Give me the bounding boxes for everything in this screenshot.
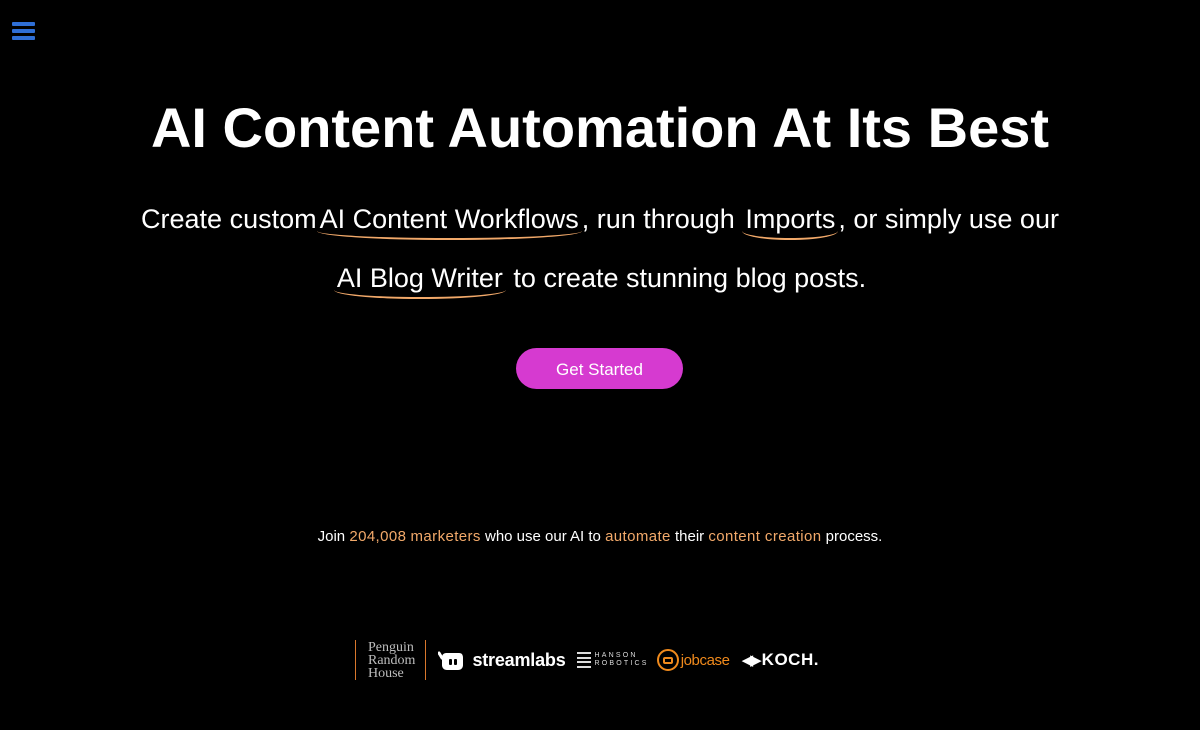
- highlight-automate: automate: [605, 528, 671, 545]
- logo-divider: [425, 640, 427, 680]
- hanson-line-2: ROBOTICS: [594, 660, 649, 667]
- menu-bar-top: [12, 22, 35, 26]
- penguin-line-1: Penguin: [368, 639, 414, 655]
- menu-bar-middle: [12, 29, 35, 33]
- subtitle-text-1: Create custom: [141, 204, 317, 234]
- get-started-button[interactable]: Get Started: [516, 348, 683, 389]
- marketer-count: 204,008: [349, 528, 407, 545]
- highlight-content-creation: content creation: [708, 528, 822, 545]
- streamlabs-logo: streamlabs: [438, 649, 566, 671]
- koch-icon: ◀▶: [741, 651, 762, 669]
- jobcase-logo: jobcase: [656, 649, 730, 671]
- ai-blog-writer-link[interactable]: AI Blog Writer: [333, 261, 506, 299]
- subtitle-text-2: , run through: [581, 204, 735, 234]
- highlight-marketers: marketers: [410, 528, 481, 545]
- subtitle-text-4: to create stunning blog posts.: [513, 263, 867, 293]
- customer-logos: Penguin Random House streamlabs HANSON R…: [355, 638, 819, 682]
- hanson-robotics-icon: [576, 652, 591, 668]
- hanson-line-1: HANSON: [594, 652, 638, 659]
- social-proof-text: Join 204,008 marketers who use our AI to…: [0, 527, 1200, 547]
- hamburger-menu-icon[interactable]: [12, 22, 36, 42]
- hanson-robotics-logo: HANSON ROBOTICS: [576, 652, 649, 668]
- hanson-robotics-wordmark: HANSON ROBOTICS: [595, 652, 649, 668]
- penguin-line-3: House: [368, 665, 404, 681]
- streamlabs-icon: [438, 651, 464, 670]
- streamlabs-wordmark: streamlabs: [472, 649, 566, 670]
- social-proof-middle: who use our AI to: [484, 528, 601, 545]
- penguin-random-house-wordmark: Penguin Random House: [368, 639, 416, 681]
- jobcase-wordmark: jobcase: [680, 651, 730, 669]
- penguin-line-2: Random: [368, 652, 416, 668]
- menu-bar-bottom: [12, 36, 35, 40]
- koch-wordmark: KOCH.: [761, 650, 819, 669]
- koch-logo: ◀▶ KOCH.: [742, 650, 819, 670]
- jobcase-icon: [656, 649, 679, 671]
- social-proof-their: their: [674, 528, 705, 545]
- hero-subtitle: Create custom AI Content Workflows, run t…: [100, 190, 1100, 308]
- penguin-random-house-logo: Penguin Random House: [355, 639, 427, 681]
- social-proof-join: Join: [317, 528, 346, 545]
- hero-title: AI Content Automation At Its Best: [150, 96, 1050, 159]
- landing-page: AI Content Automation At Its Best Create…: [0, 0, 1200, 730]
- logo-divider: [355, 640, 356, 680]
- social-proof-end: process.: [825, 528, 883, 545]
- imports-link[interactable]: Imports: [742, 202, 839, 240]
- subtitle-text-3: , or simply use our: [838, 204, 1059, 234]
- ai-content-workflows-link[interactable]: AI Content Workflows: [316, 202, 582, 240]
